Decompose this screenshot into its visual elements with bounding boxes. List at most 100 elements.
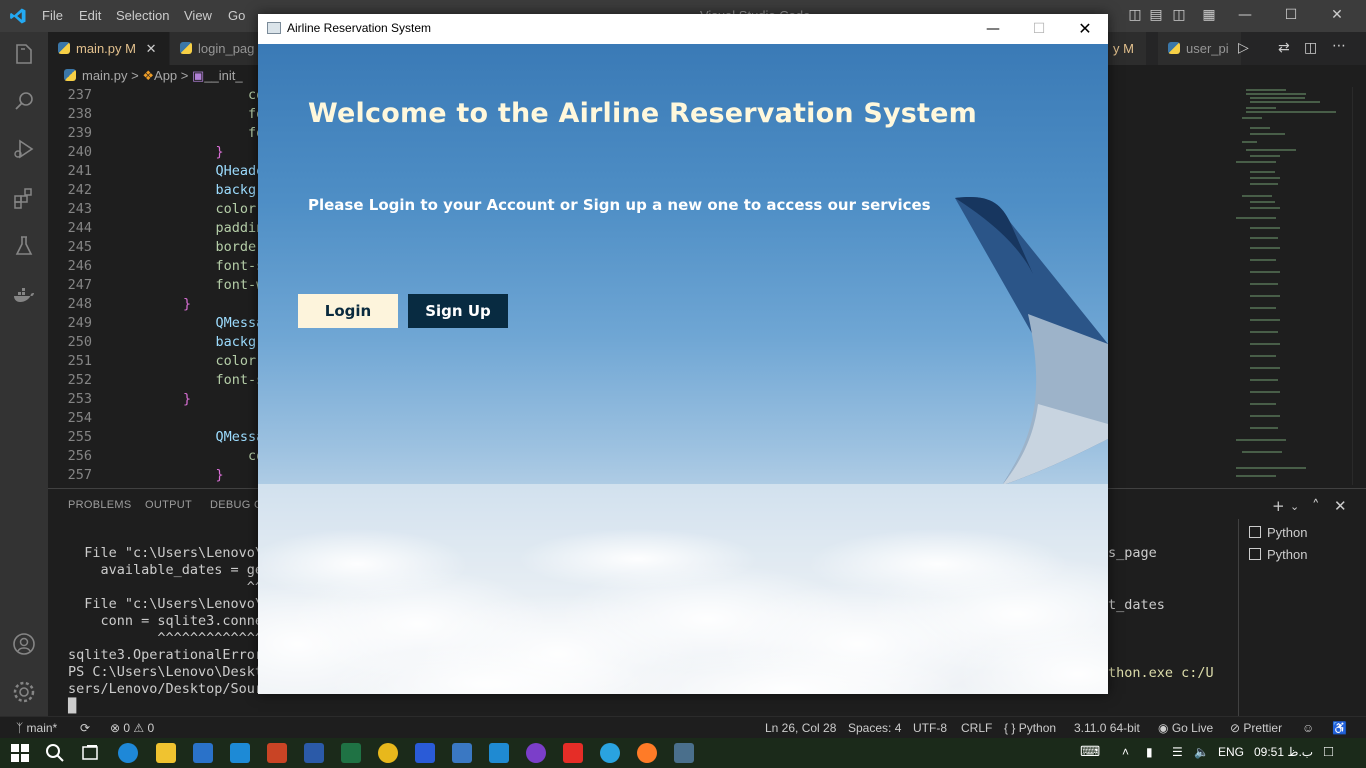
tab-problems[interactable]: PROBLEMS — [68, 499, 132, 511]
show-hidden-icons-icon[interactable]: ˄ — [1122, 745, 1129, 759]
terminal-line: File "c:\Users\Lenovo\ — [68, 545, 264, 561]
indentation[interactable]: Spaces: 4 — [848, 717, 901, 739]
minimize-icon[interactable]: — — [970, 14, 1016, 44]
end-of-line[interactable]: CRLF — [961, 717, 992, 739]
python-interpreter[interactable]: 3.11.0 64-bit — [1074, 717, 1140, 739]
firefox-icon[interactable] — [637, 743, 657, 763]
telegram-icon[interactable] — [600, 743, 620, 763]
search-icon[interactable] — [12, 89, 36, 113]
mail-icon[interactable] — [230, 743, 250, 763]
branch-status[interactable]: ᛉ main* — [16, 717, 57, 739]
docker-icon[interactable] — [12, 283, 36, 307]
notifications-bell-icon[interactable]: ♿ — [1332, 717, 1347, 739]
app-icon[interactable] — [526, 743, 546, 763]
minimap[interactable] — [1228, 87, 1352, 485]
go-live-button[interactable]: ◉ Go Live — [1158, 717, 1213, 739]
battery-icon[interactable]: ▮ — [1146, 745, 1153, 759]
keyboard-icon[interactable]: ⌨ — [1080, 743, 1100, 760]
search-icon[interactable] — [45, 743, 65, 763]
youtube-icon[interactable] — [563, 743, 583, 763]
welcome-subtitle: Please Login to your Account or Sign up … — [308, 196, 931, 214]
breadcrumb-member[interactable]: __init_ — [204, 68, 242, 83]
windows-taskbar: ⌨ ˄ ▮ ☰ 🔈 ENG 09:51 ب.ظ □ — [0, 738, 1366, 768]
menu-file[interactable]: File — [42, 8, 63, 23]
run-file-icon[interactable]: ▷ — [1238, 40, 1249, 56]
terminal-dropdown-icon[interactable]: ⌄ — [1290, 500, 1299, 513]
volume-icon[interactable]: 🔈 — [1194, 745, 1209, 759]
python-app-icon[interactable] — [674, 743, 694, 763]
powerpoint-icon[interactable] — [267, 743, 287, 763]
notification-center-icon[interactable]: □ — [1324, 743, 1333, 760]
sign-up-button[interactable]: Sign Up — [408, 294, 508, 328]
python-file-icon — [180, 42, 192, 54]
terminal-list-item[interactable]: Python — [1249, 547, 1307, 562]
run-debug-icon[interactable] — [12, 137, 36, 161]
breadcrumb-file[interactable]: main.py — [82, 68, 128, 83]
testing-icon[interactable] — [12, 234, 36, 258]
tab-output[interactable]: OUTPUT — [145, 499, 192, 511]
excel-icon[interactable] — [341, 743, 361, 763]
toggle-sidebar-icon[interactable]: ◫ — [1126, 6, 1144, 24]
breadcrumb-class[interactable]: App — [154, 68, 177, 83]
maximize-icon: ☐ — [1032, 21, 1046, 37]
file-explorer-icon[interactable] — [156, 743, 176, 763]
problems-status[interactable]: ⊗ 0 ⚠ 0 — [110, 717, 154, 739]
feedback-icon[interactable]: ☺ — [1302, 717, 1314, 739]
encoding[interactable]: UTF-8 — [913, 717, 947, 739]
tab-modified-file[interactable]: y M — [1103, 32, 1146, 65]
toggle-panel-icon[interactable]: ▤ — [1147, 6, 1165, 24]
menu-go[interactable]: Go — [228, 8, 245, 23]
editor-scrollbar[interactable] — [1352, 87, 1366, 485]
close-tab-icon[interactable]: ✕ — [146, 41, 157, 56]
tab-main-py[interactable]: main.py M ✕ — [48, 32, 169, 65]
tab-user-page[interactable]: user_pi — [1158, 32, 1241, 65]
status-bar: ᛉ main* ⟳ ⊗ 0 ⚠ 0 Ln 26, Col 28 Spaces: … — [0, 716, 1366, 738]
language-name: Python — [1018, 721, 1057, 735]
accounts-icon[interactable] — [12, 632, 36, 656]
terminal-list-item[interactable]: Python — [1249, 525, 1307, 540]
menu-selection[interactable]: Selection — [116, 8, 169, 23]
close-panel-icon[interactable]: ✕ — [1334, 497, 1347, 515]
task-view-icon[interactable] — [80, 743, 100, 763]
line-number: 239 — [67, 125, 92, 141]
toggle-secondary-sidebar-icon[interactable]: ◫ — [1170, 6, 1188, 24]
chrome-icon[interactable] — [378, 743, 398, 763]
app-icon[interactable] — [415, 743, 435, 763]
vscode-minimize-icon[interactable]: — — [1236, 6, 1254, 24]
menu-view[interactable]: View — [184, 8, 212, 23]
compare-changes-icon[interactable]: ⇄ — [1278, 40, 1290, 56]
explorer-icon[interactable] — [12, 42, 36, 66]
wifi-icon[interactable]: ☰ — [1172, 745, 1183, 759]
windows-start-icon[interactable] — [10, 743, 30, 763]
input-language[interactable]: ENG — [1218, 745, 1244, 759]
window-title-bar[interactable]: Airline Reservation System — ☐ ✕ — [258, 14, 1108, 44]
vscode-maximize-icon[interactable]: ☐ — [1282, 6, 1300, 24]
line-number: 245 — [67, 239, 92, 255]
word-icon[interactable] — [304, 743, 324, 763]
clock[interactable]: 09:51 ب.ظ — [1254, 745, 1313, 759]
language-mode[interactable]: { } Python — [1004, 717, 1056, 739]
terminal-line: File "c:\Users\Lenovo\ — [68, 596, 264, 612]
prettier-status[interactable]: ⊘ Prettier — [1230, 717, 1282, 739]
sync-icon[interactable]: ⟳ — [80, 717, 90, 739]
tab-login-page[interactable]: login_pag — [170, 32, 267, 65]
vscode-close-icon[interactable]: ✕ — [1328, 6, 1346, 24]
more-actions-icon[interactable]: ⋯ — [1332, 38, 1346, 54]
extensions-icon[interactable] — [12, 186, 36, 210]
customize-layout-icon[interactable]: ▦ — [1200, 6, 1218, 24]
split-editor-icon[interactable]: ◫ — [1304, 40, 1317, 56]
store-icon[interactable] — [193, 743, 213, 763]
close-icon[interactable]: ✕ — [1062, 14, 1108, 44]
maximize-panel-icon[interactable]: ˄ — [1312, 497, 1320, 515]
todo-icon[interactable] — [452, 743, 472, 763]
terminal-line: conn = sqlite3.conne — [68, 613, 264, 629]
manage-gear-icon[interactable] — [12, 680, 36, 704]
edge-browser-icon[interactable] — [118, 743, 138, 763]
menu-edit[interactable]: Edit — [79, 8, 101, 23]
line-number: 237 — [67, 87, 92, 103]
login-button[interactable]: Login — [298, 294, 398, 328]
cursor-position[interactable]: Ln 26, Col 28 — [765, 717, 836, 739]
new-terminal-icon[interactable]: + — [1272, 497, 1285, 515]
error-count: 0 — [123, 721, 131, 735]
vscode-taskbar-icon[interactable] — [489, 743, 509, 763]
